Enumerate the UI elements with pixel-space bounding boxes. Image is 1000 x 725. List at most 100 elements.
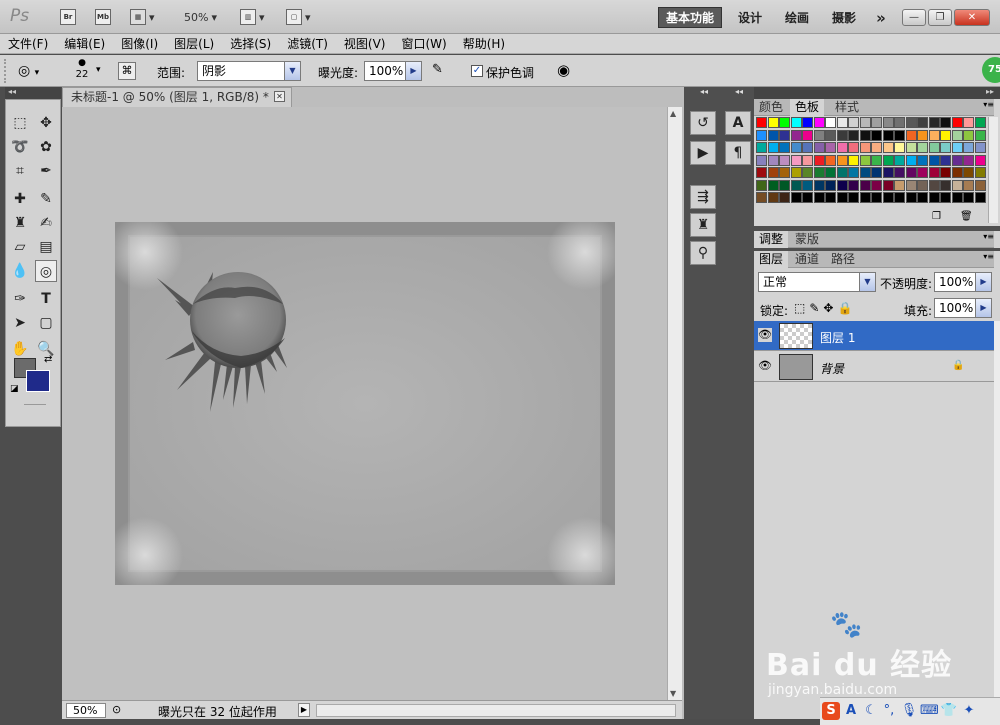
color-swatch[interactable] bbox=[790, 167, 802, 178]
dock-collapse-icon[interactable]: ◂◂ bbox=[684, 87, 724, 99]
color-swatch[interactable] bbox=[859, 179, 871, 191]
color-swatch[interactable] bbox=[917, 142, 928, 153]
color-swatch[interactable] bbox=[917, 117, 928, 128]
color-swatch[interactable] bbox=[802, 142, 813, 153]
layer-name[interactable]: 背景 bbox=[820, 360, 844, 377]
color-swatch[interactable] bbox=[963, 129, 974, 141]
color-swatch[interactable] bbox=[963, 179, 974, 191]
brush-tool-icon[interactable]: ✎ bbox=[35, 188, 57, 210]
color-swatch[interactable] bbox=[859, 154, 871, 166]
gradient-tool-icon[interactable]: ▤ bbox=[35, 236, 57, 258]
minibridge-button[interactable]: Mb bbox=[95, 7, 111, 27]
color-swatch[interactable] bbox=[905, 179, 917, 191]
color-swatch[interactable] bbox=[756, 154, 767, 166]
move-tool-icon[interactable]: ✥ bbox=[35, 112, 57, 134]
color-swatch[interactable] bbox=[802, 129, 813, 141]
color-swatch[interactable] bbox=[871, 117, 882, 128]
workspace-photography[interactable]: 摄影 bbox=[824, 7, 864, 28]
close-button[interactable]: ✕ bbox=[954, 9, 990, 26]
menu-filter[interactable]: 滤镜(T) bbox=[279, 35, 336, 52]
color-swatch[interactable] bbox=[871, 129, 882, 141]
color-swatch[interactable] bbox=[894, 192, 905, 203]
color-swatch[interactable] bbox=[974, 192, 986, 203]
tab-adjustments[interactable]: 调整 bbox=[754, 231, 789, 248]
color-swatch[interactable] bbox=[790, 192, 802, 203]
type-tool-icon[interactable]: T bbox=[35, 288, 57, 310]
color-swatch[interactable] bbox=[802, 154, 813, 166]
color-swatch[interactable] bbox=[974, 142, 986, 153]
color-swatch[interactable] bbox=[940, 179, 951, 191]
panel-menu-icon[interactable]: ▾≡ bbox=[983, 232, 994, 241]
view-extras-button[interactable]: ▦ ▾ bbox=[130, 7, 155, 27]
color-swatch[interactable] bbox=[848, 154, 859, 166]
arrange-documents-button[interactable]: ▥ ▾ bbox=[240, 7, 265, 27]
skin-icon[interactable]: 👕 bbox=[940, 702, 958, 720]
menu-view[interactable]: 视图(V) bbox=[336, 35, 394, 52]
color-swatch[interactable] bbox=[905, 192, 917, 203]
layer-name[interactable]: 图层 1 bbox=[820, 329, 855, 346]
color-swatch[interactable] bbox=[894, 129, 905, 141]
tab-channels[interactable]: 通道 bbox=[790, 251, 824, 268]
tools-icon[interactable]: ✦ bbox=[960, 702, 978, 720]
color-swatch[interactable] bbox=[951, 179, 963, 191]
pen-tool-icon[interactable]: ✑ bbox=[9, 288, 31, 310]
clone-stamp-tool-icon[interactable]: ♜ bbox=[9, 212, 31, 234]
swatches-scrollbar[interactable] bbox=[988, 117, 998, 223]
options-grip[interactable] bbox=[4, 59, 10, 83]
burn-tool-icon[interactable]: ◎ bbox=[35, 260, 57, 282]
tab-color[interactable]: 颜色 bbox=[754, 99, 788, 116]
lasso-tool-icon[interactable]: ➰ bbox=[9, 136, 31, 158]
color-swatch[interactable] bbox=[871, 179, 882, 191]
color-swatch[interactable] bbox=[859, 192, 871, 203]
color-swatch[interactable] bbox=[825, 192, 836, 203]
menu-select[interactable]: 选择(S) bbox=[222, 35, 279, 52]
brush-panel-toggle-icon[interactable]: ⌘ bbox=[118, 62, 136, 80]
color-swatch[interactable] bbox=[813, 179, 825, 191]
color-swatch[interactable] bbox=[905, 117, 917, 128]
color-swatch[interactable] bbox=[928, 167, 940, 178]
more-workspaces-button[interactable]: » bbox=[868, 7, 894, 28]
color-swatch[interactable] bbox=[790, 142, 802, 153]
color-swatch[interactable] bbox=[825, 129, 836, 141]
blend-mode-select[interactable]: 正常 ▼ bbox=[758, 272, 876, 292]
menu-help[interactable]: 帮助(H) bbox=[455, 35, 513, 52]
color-swatch[interactable] bbox=[917, 129, 928, 141]
color-swatch[interactable] bbox=[859, 129, 871, 141]
color-swatch[interactable] bbox=[882, 142, 894, 153]
color-swatch[interactable] bbox=[813, 154, 825, 166]
color-swatch[interactable] bbox=[767, 117, 779, 128]
blur-tool-icon[interactable]: 💧 bbox=[9, 260, 31, 282]
color-swatch[interactable] bbox=[940, 167, 951, 178]
color-swatch[interactable] bbox=[779, 179, 790, 191]
color-swatch[interactable] bbox=[836, 129, 848, 141]
color-swatch[interactable] bbox=[779, 192, 790, 203]
pressure-size-icon[interactable]: ◉ bbox=[557, 61, 577, 81]
color-swatch[interactable] bbox=[836, 179, 848, 191]
color-swatch[interactable] bbox=[871, 192, 882, 203]
color-swatch[interactable] bbox=[825, 154, 836, 166]
color-swatch[interactable] bbox=[882, 154, 894, 166]
color-swatch[interactable] bbox=[790, 179, 802, 191]
marquee-tool-icon[interactable]: ⬚ bbox=[9, 112, 31, 134]
status-menu-arrow-icon[interactable]: ▶ bbox=[298, 703, 310, 717]
color-swatch[interactable] bbox=[767, 142, 779, 153]
chevron-down-icon[interactable]: ▾ bbox=[96, 65, 101, 75]
color-swatch[interactable] bbox=[813, 117, 825, 128]
color-swatch[interactable] bbox=[894, 117, 905, 128]
ime-mode-icon[interactable]: A bbox=[842, 702, 860, 720]
color-swatch[interactable] bbox=[894, 154, 905, 166]
color-swatch[interactable] bbox=[825, 142, 836, 153]
panel-menu-icon[interactable]: ▾≡ bbox=[983, 252, 994, 261]
color-swatch[interactable] bbox=[940, 117, 951, 128]
panel-menu-icon[interactable]: ▾≡ bbox=[983, 100, 994, 109]
brush-preset-picker[interactable]: ● 22 bbox=[64, 57, 100, 85]
color-swatch[interactable] bbox=[790, 117, 802, 128]
color-swatch[interactable] bbox=[951, 167, 963, 178]
color-swatch[interactable] bbox=[859, 167, 871, 178]
color-swatch[interactable] bbox=[790, 154, 802, 166]
color-swatch[interactable] bbox=[882, 129, 894, 141]
tab-styles[interactable]: 样式 bbox=[830, 99, 864, 116]
color-swatch[interactable] bbox=[905, 142, 917, 153]
fill-input[interactable]: 100% ▶ bbox=[934, 298, 992, 318]
color-swatch[interactable] bbox=[848, 192, 859, 203]
